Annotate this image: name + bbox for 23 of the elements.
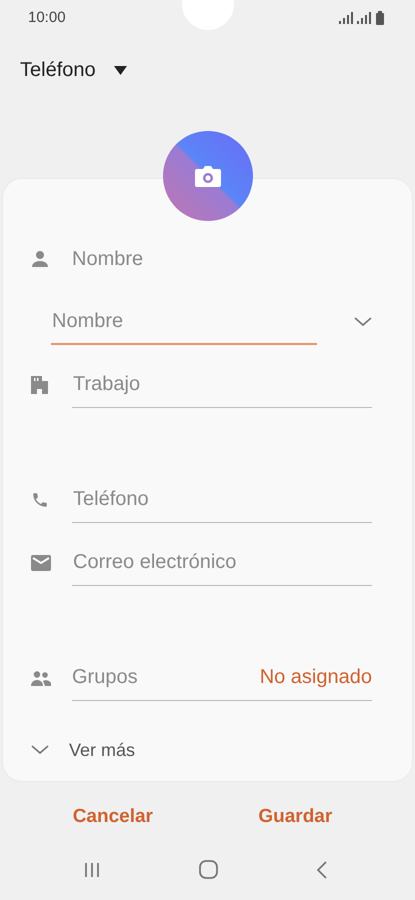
field-label: Nombre xyxy=(72,248,144,270)
status-time: 10:00 xyxy=(28,9,66,26)
person-icon xyxy=(31,250,49,268)
group-icon xyxy=(31,670,51,686)
storage-label: Teléfono xyxy=(20,58,96,82)
dropdown-arrow-icon[interactable] xyxy=(114,66,127,74)
see-more-button[interactable]: Ver más xyxy=(31,727,136,773)
chevron-down-icon xyxy=(31,745,49,755)
action-button[interactable]: Guardar xyxy=(250,802,340,832)
building-icon xyxy=(31,376,48,394)
field-label: Grupos xyxy=(72,666,138,689)
input-field[interactable]: Nombre xyxy=(51,299,317,345)
input-field[interactable]: Trabajo xyxy=(72,362,372,408)
input-field[interactable]: Correo electrónico xyxy=(72,540,372,586)
action-button[interactable]: Cancelar xyxy=(64,802,161,832)
status-icons xyxy=(339,10,385,24)
camera-icon xyxy=(194,165,220,187)
field-value: No asignado xyxy=(260,666,372,689)
input-field[interactable]: Teléfono xyxy=(72,477,372,523)
groups-field[interactable]: Grupos No asignado xyxy=(72,655,372,701)
chevron-down-icon[interactable] xyxy=(354,317,372,327)
phone-icon xyxy=(31,491,49,509)
mail-icon xyxy=(31,555,51,571)
